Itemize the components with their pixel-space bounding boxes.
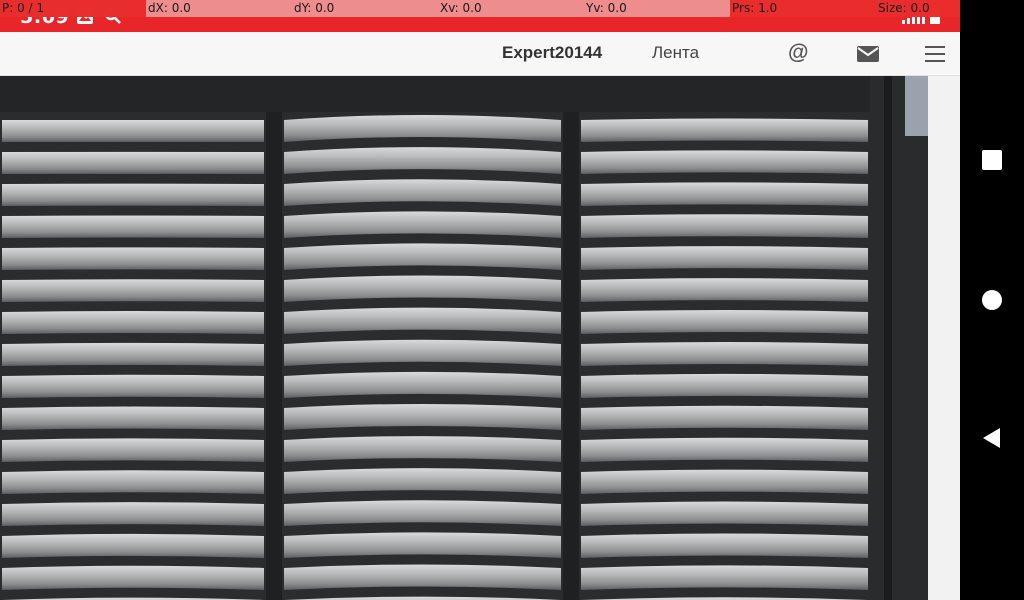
air-filter-photo[interactable] (0, 76, 928, 600)
filter-pleat (581, 118, 868, 142)
pointer-location-overlay: P: 0 / 1 dX: 0.0 dY: 0.0 Xv: 0.0 Yv: 0.0… (0, 0, 960, 17)
filter-pleat (581, 373, 868, 398)
mentions-button[interactable]: @ (788, 41, 808, 65)
debug-yv: Yv: 0.0 (586, 1, 627, 15)
filter-pleat (284, 500, 561, 526)
filter-pleat (284, 468, 561, 494)
filter-image (0, 76, 928, 600)
filter-pleat (2, 279, 264, 302)
home-button[interactable] (980, 288, 1004, 312)
filter-pleat (2, 151, 264, 174)
feed-link[interactable]: Лента (652, 43, 699, 63)
frame-top (0, 76, 928, 112)
filter-pleat (2, 406, 264, 430)
filter-pleat (2, 502, 264, 526)
page-margin (928, 76, 960, 600)
filter-pleat (581, 533, 868, 558)
filter-pleat (581, 469, 868, 494)
debug-pointer-count: P: 0 / 1 (0, 0, 146, 17)
frame-rib (563, 76, 579, 600)
filter-pleat (2, 120, 264, 142)
filter-pleat (581, 310, 868, 334)
filter-pleat (2, 183, 264, 206)
system-nav-bar (960, 0, 1024, 600)
filter-pleat (581, 501, 868, 526)
recents-button[interactable] (980, 148, 1004, 172)
debug-xv: Xv: 0.0 (440, 1, 482, 15)
back-button[interactable] (980, 426, 1004, 450)
filter-pleat (2, 311, 264, 334)
filter-pleat (284, 564, 561, 590)
user-link[interactable]: Expert20144 (502, 43, 602, 63)
frame-right (870, 76, 928, 600)
filter-pleat (2, 565, 264, 590)
filter-pleat (581, 214, 868, 238)
debug-pressure: Prs: 1.0 (730, 0, 876, 17)
filter-pleat (581, 341, 868, 366)
app-header: Expert20144 Лента @ (0, 32, 960, 76)
debug-size: Size: 0.0 (876, 0, 960, 17)
filter-pleat (581, 182, 868, 206)
filter-pleat (2, 247, 264, 270)
menu-icon[interactable] (925, 46, 945, 62)
debug-dx: dX: 0.0 (148, 1, 191, 15)
filter-pleat (2, 342, 264, 366)
filter-pleat (2, 533, 264, 558)
mail-icon[interactable] (857, 46, 879, 62)
filter-pleat (2, 215, 264, 238)
filter-pleat (2, 374, 264, 398)
filter-pleat (2, 438, 264, 462)
filter-pleat (581, 246, 868, 270)
filter-pleat (581, 150, 868, 174)
filter-pleat (284, 532, 561, 558)
frame-rib (266, 76, 282, 600)
debug-dy: dY: 0.0 (294, 1, 335, 15)
filter-pleat (581, 278, 868, 302)
filter-pleat (581, 565, 868, 590)
filter-pleat (581, 405, 868, 430)
filter-pleat (581, 437, 868, 462)
app-screen: Expert20144 Лента @ 5:09 P: 0 / 1 dX: 0.… (0, 0, 960, 600)
filter-pleat (2, 470, 264, 494)
